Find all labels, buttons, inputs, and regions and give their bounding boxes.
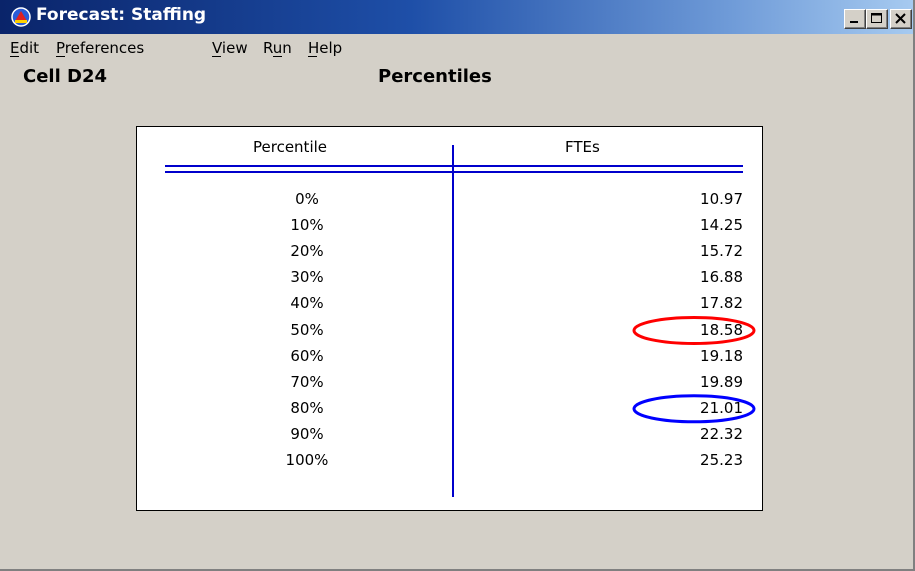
fte-value-cell: 21.01 — [700, 398, 743, 417]
fte-value-cell: 19.89 — [700, 372, 743, 391]
menu-edit[interactable]: Edit — [10, 39, 39, 57]
maximize-button[interactable] — [866, 9, 888, 29]
minimize-icon — [850, 21, 858, 23]
fte-value-cell: 16.88 — [700, 268, 743, 287]
percentiles-table: Percentile FTEs 0% 10.97 10% 14.25 20% 15.72 3… — [136, 126, 763, 511]
forecast-window: Forecast: Staffing Edit Preferences View… — [0, 0, 915, 571]
menu-bar: Edit Preferences View Run Help — [0, 34, 913, 62]
fte-value-cell: 18.58 — [700, 320, 743, 339]
close-button[interactable] — [890, 9, 912, 29]
forecast-header: Cell D24 Percentiles — [0, 62, 913, 130]
percentile-cell: 70% — [290, 372, 324, 391]
fte-value-cell: 17.82 — [700, 294, 743, 313]
fte-value-cell: 10.97 — [700, 190, 743, 208]
menu-view[interactable]: View — [212, 39, 248, 57]
table-row: 100% 25.23 — [137, 451, 764, 471]
fte-value-cell: 25.23 — [700, 451, 743, 469]
header-rule — [165, 165, 743, 167]
percentile-cell: 60% — [290, 346, 324, 365]
view-title: Percentiles — [378, 66, 492, 87]
table-row: 90% 22.32 — [137, 425, 764, 445]
percentile-cell: 10% — [290, 216, 324, 235]
menu-run[interactable]: Run — [263, 39, 292, 57]
fte-value-cell: 22.32 — [700, 424, 743, 443]
fte-value-cell: 19.18 — [700, 346, 743, 365]
window-title: Forecast: Staffing — [36, 5, 207, 25]
percentile-cell: 100% — [285, 451, 329, 469]
crystal-ball-app-icon — [11, 7, 31, 27]
percentile-cell: 50% — [290, 320, 324, 339]
fte-value-cell: 14.25 — [700, 216, 743, 235]
cell-label: Cell D24 — [23, 66, 108, 87]
minimize-button[interactable] — [844, 9, 866, 29]
close-icon — [895, 13, 906, 24]
fte-value-cell: 15.72 — [700, 242, 743, 261]
menu-help[interactable]: Help — [308, 39, 342, 57]
table-row: 50% 18.58 — [137, 321, 764, 341]
table-row: 20% 15.72 — [137, 242, 764, 262]
table-row: 60% 19.18 — [137, 347, 764, 367]
percentile-cell: 0% — [295, 190, 319, 208]
percentile-cell: 30% — [290, 268, 324, 287]
table-row: 30% 16.88 — [137, 268, 764, 288]
table-row: 70% 19.89 — [137, 373, 764, 393]
table-row: 40% 17.82 — [137, 294, 764, 314]
percentile-cell: 40% — [290, 294, 324, 313]
header-rule — [165, 171, 743, 173]
column-header-percentile: Percentile — [253, 138, 328, 156]
maximize-icon — [871, 13, 882, 23]
table-row: 80% 21.01 — [137, 399, 764, 419]
title-bar[interactable]: Forecast: Staffing — [0, 0, 913, 34]
table-row: 0% 10.97 — [137, 190, 764, 210]
column-header-ftes: FTEs — [565, 138, 600, 156]
menu-preferences[interactable]: Preferences — [56, 39, 144, 57]
percentile-cell: 90% — [290, 424, 324, 443]
percentile-cell: 80% — [290, 398, 324, 417]
table-row: 10% 14.25 — [137, 216, 764, 236]
percentile-cell: 20% — [290, 242, 324, 261]
